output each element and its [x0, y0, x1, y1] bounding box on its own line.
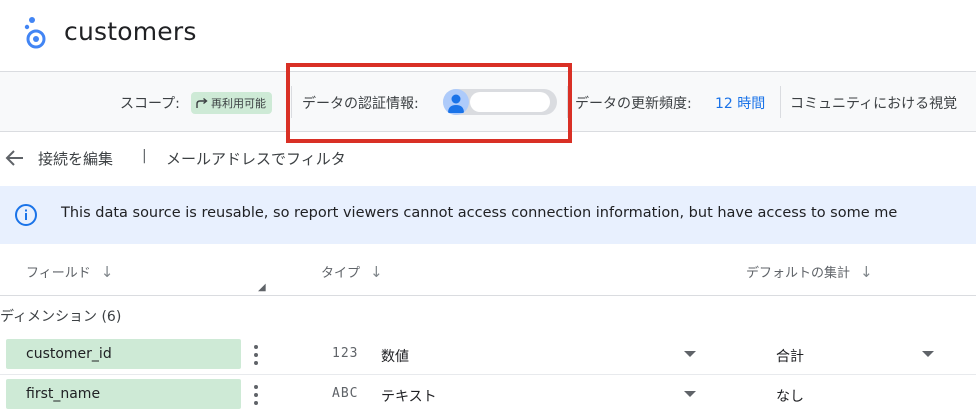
aggregation-select[interactable]: なし	[776, 386, 804, 406]
column-header-label: フィールド	[26, 266, 91, 281]
info-banner: This data source is reusable, so report …	[0, 186, 976, 244]
sort-arrow-icon: ↓	[860, 262, 873, 281]
scope-label: スコープ:	[120, 96, 180, 112]
reshare-arrow-icon	[196, 97, 208, 108]
column-header-label: タイプ	[321, 266, 361, 281]
column-header-label: デフォルトの集計	[746, 266, 851, 281]
caret-down-icon[interactable]	[684, 351, 696, 357]
filter-by-email-link[interactable]: メールアドレスでフィルタ	[166, 148, 346, 169]
sort-arrow-icon: ↓	[100, 262, 114, 281]
highlight-annotation-box	[286, 63, 572, 143]
fields-table-header: フィールド ↓ ◢ タイプ ↓ デフォルトの集計 ↓	[0, 246, 976, 296]
caret-down-icon[interactable]	[922, 351, 934, 357]
column-header-default-aggregation[interactable]: デフォルトの集計 ↓	[746, 262, 873, 282]
more-vert-icon[interactable]	[250, 383, 262, 407]
scope-chip[interactable]: 再利用可能	[191, 92, 272, 114]
edit-connection-link[interactable]: 接続を編集	[38, 148, 113, 169]
arrow-back-icon[interactable]	[4, 147, 26, 169]
info-icon	[15, 204, 37, 226]
dimension-group-label: ディメンション (6)	[0, 309, 122, 325]
type-select[interactable]: 数値	[381, 346, 409, 366]
type-select[interactable]: テキスト	[381, 386, 437, 406]
sort-arrow-icon: ↓	[370, 262, 383, 281]
page-title: customers	[64, 17, 197, 46]
breadcrumb: 接続を編集 | メールアドレスでフィルタ	[0, 132, 976, 184]
community-visualization-label: コミュニティにおける視覚	[790, 96, 958, 112]
looker-studio-logo-icon	[24, 17, 46, 49]
refresh-frequency-label: データの更新頻度:	[575, 96, 692, 112]
scope-chip-label: 再利用可能	[211, 97, 266, 110]
text-type-icon: ABC	[332, 386, 359, 401]
aggregation-select[interactable]: 合計	[776, 346, 804, 366]
column-header-field[interactable]: フィールド ↓	[26, 262, 114, 282]
banner-message: This data source is reusable, so report …	[61, 205, 898, 221]
column-resize-handle[interactable]: ◢	[258, 282, 266, 293]
table-row: first_name ABC テキスト なし	[0, 375, 976, 415]
more-vert-icon[interactable]	[250, 343, 262, 367]
divider	[780, 86, 781, 118]
column-header-type[interactable]: タイプ ↓	[321, 262, 383, 282]
refresh-frequency-link[interactable]: 12 時間	[715, 93, 765, 113]
table-row: customer_id 123 数値 合計	[0, 335, 976, 375]
breadcrumb-separator: |	[142, 148, 147, 164]
app-header: customers	[0, 0, 976, 72]
field-chip[interactable]: customer_id	[6, 339, 241, 369]
number-type-icon: 123	[332, 346, 359, 361]
caret-down-icon[interactable]	[684, 391, 696, 397]
field-chip[interactable]: first_name	[6, 379, 241, 409]
